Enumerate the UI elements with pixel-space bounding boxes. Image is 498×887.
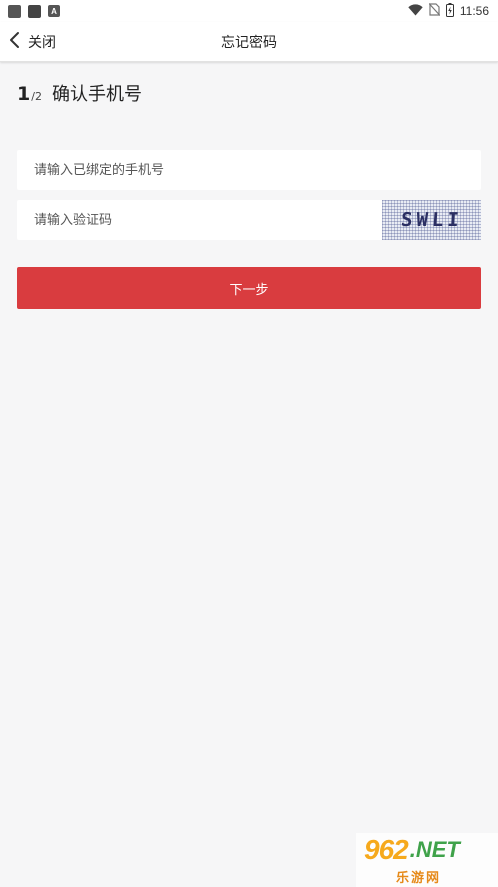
battery-charging-icon: [445, 2, 454, 20]
watermark-number: 962: [364, 834, 409, 865]
notification-square-icon: [28, 4, 41, 18]
watermark-suffix: .NET: [409, 837, 460, 862]
close-button[interactable]: 关闭: [8, 22, 56, 62]
captcha-field-container: SWLI: [17, 200, 481, 240]
watermark-subtitle: 乐游网: [396, 871, 442, 886]
page-title: 忘记密码: [221, 35, 277, 51]
nav-bar: 关闭 忘记密码: [0, 22, 498, 62]
step-current: 1: [17, 83, 31, 105]
next-step-button[interactable]: 下一步: [17, 267, 481, 309]
watermark-logo: 962 .NET 乐游网: [356, 833, 498, 887]
wifi-icon: [408, 3, 423, 19]
status-bar-right: 11:56: [408, 2, 489, 20]
close-label: 关闭: [28, 35, 56, 51]
chevron-left-icon: [8, 31, 22, 53]
captcha-input[interactable]: [17, 200, 377, 240]
step-title: 确认手机号: [51, 84, 142, 105]
step-total: /2: [31, 90, 42, 103]
phone-field-container: [17, 150, 481, 190]
phone-input[interactable]: [17, 150, 481, 190]
app-a-icon: A: [48, 5, 60, 17]
captcha-text: SWLI: [399, 209, 464, 231]
notification-square-icon: [8, 4, 21, 18]
captcha-image[interactable]: SWLI: [382, 200, 481, 240]
status-bar-left: A: [8, 4, 60, 18]
status-bar: A 11:56: [0, 0, 498, 22]
watermark-brand: 962 .NET: [364, 834, 460, 865]
no-sim-icon: [428, 3, 441, 19]
step-heading: 1 /2 确认手机号: [17, 80, 142, 106]
status-time: 11:56: [459, 4, 489, 18]
